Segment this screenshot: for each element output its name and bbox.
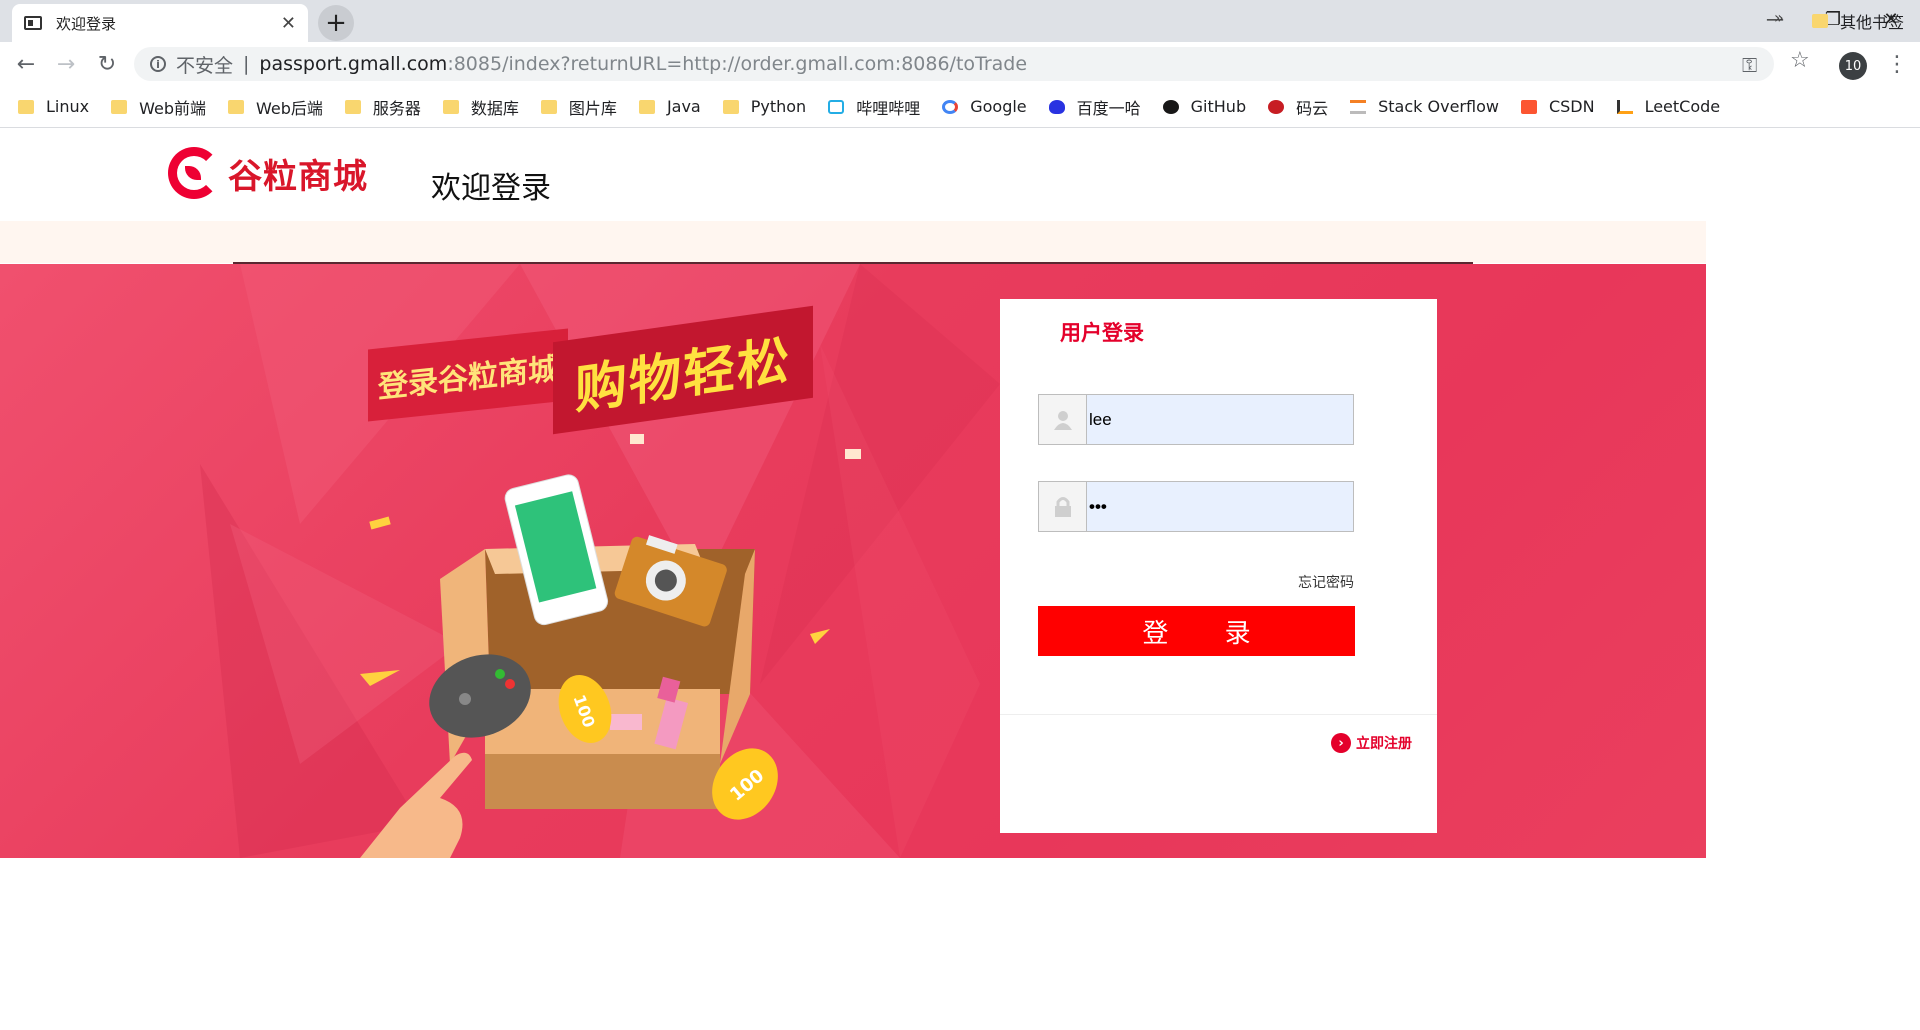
bookmark-item[interactable]: Web后端	[228, 95, 323, 119]
hero-banner: 登录谷粒商城 购物轻松 100 100	[0, 264, 1706, 858]
bookmark-item[interactable]: 码云	[1268, 95, 1328, 119]
menu-icon[interactable]: ⋮	[1886, 48, 1908, 82]
address-bar[interactable]: i 不安全 | passport.gmall.com :8085/index?r…	[134, 47, 1774, 81]
bookmark-item[interactable]: Google	[942, 97, 1027, 116]
site-header: 谷粒商城 欢迎登录	[0, 129, 1706, 221]
bookmark-label: GitHub	[1190, 97, 1247, 116]
tab-title: 欢迎登录	[56, 14, 117, 33]
divider	[1000, 714, 1437, 715]
star-icon[interactable]: ☆	[1790, 48, 1810, 73]
bookmark-label: Java	[666, 97, 701, 116]
bookmark-label: 图片库	[568, 98, 617, 118]
bookmark-item[interactable]: 哔哩哔哩	[828, 95, 920, 119]
bookmark-label: Web前端	[139, 98, 206, 118]
other-bookmarks-label: 其他书签	[1840, 13, 1905, 32]
bookmark-label: Web后端	[256, 98, 323, 118]
pointing-hand-illustration	[360, 752, 472, 858]
tab-active[interactable]: 欢迎登录 ✕	[12, 4, 308, 42]
new-tab-button[interactable]: +	[318, 5, 354, 41]
bookmark-item[interactable]: 服务器	[344, 95, 421, 119]
bookmark-label: 百度一哈	[1076, 98, 1141, 118]
reload-icon[interactable]: ↻	[91, 48, 123, 80]
bookmark-label: CSDN	[1548, 97, 1595, 116]
username-input[interactable]	[1087, 395, 1353, 444]
register-label: 立即注册	[1356, 736, 1412, 752]
logo-text: 谷粒商城	[228, 156, 368, 197]
folder-icon	[18, 99, 34, 114]
login-button[interactable]: 登 录	[1038, 606, 1355, 656]
bookmark-label: LeetCode	[1644, 97, 1721, 116]
bookmark-item[interactable]: Python	[722, 97, 807, 116]
bookmark-label: Stack Overflow	[1378, 97, 1499, 116]
insecure-label: 不安全	[176, 54, 234, 77]
tab-strip: 欢迎登录 ✕ + — ❐ ✕	[0, 0, 1920, 42]
url-separator: |	[243, 53, 250, 75]
github-icon	[1162, 99, 1179, 114]
google-icon	[942, 99, 959, 114]
page-title: 欢迎登录	[431, 171, 551, 206]
info-icon[interactable]: i	[150, 56, 166, 72]
bookmark-item[interactable]: GitHub	[1162, 97, 1247, 116]
url-path: :8085/index?returnURL=http://order.gmall…	[447, 53, 1028, 75]
bookmark-label: 哔哩哔哩	[856, 98, 921, 118]
bilibili-icon	[828, 99, 845, 114]
folder-icon	[344, 99, 361, 114]
bookmark-item[interactable]: Java	[638, 97, 701, 116]
bookmark-item[interactable]: CSDN	[1520, 97, 1595, 116]
key-icon[interactable]: ⚿	[1742, 53, 1757, 77]
login-panel: 用户登录 忘记密码 登 录 › 立即注册	[1000, 299, 1437, 833]
forgot-password-link[interactable]: 忘记密码	[1298, 572, 1354, 592]
other-bookmarks[interactable]: 其他书签	[1812, 0, 1904, 42]
folder-icon	[1812, 14, 1828, 28]
page-favicon-icon	[24, 16, 42, 30]
back-icon[interactable]: ←	[10, 48, 42, 80]
folder-icon	[228, 99, 244, 114]
browser-toolbar: ← → ↻ i 不安全 | passport.gmall.com :8085/i…	[0, 42, 1920, 86]
chevron-right-icon: ›	[1331, 733, 1351, 753]
bookmark-item[interactable]: 图片库	[540, 95, 617, 119]
bookmark-item[interactable]: LeetCode	[1616, 97, 1721, 116]
folder-icon	[442, 99, 459, 114]
bookmark-label: 服务器	[372, 98, 421, 118]
username-field	[1038, 394, 1354, 445]
bookmark-item[interactable]: 数据库	[442, 95, 519, 119]
bookmarks-bar: Linux Web前端 Web后端 服务器 数据库 图片库 Java Python 哔哩哔哩 Go…	[0, 86, 1920, 128]
bookmark-item[interactable]: Web前端	[111, 95, 206, 119]
folder-icon	[722, 99, 739, 114]
header-band	[0, 221, 1706, 263]
csdn-icon	[1520, 99, 1537, 114]
tab-close-icon[interactable]: ✕	[281, 13, 296, 34]
folder-icon	[111, 99, 128, 114]
bookmark-label: Linux	[46, 97, 90, 116]
folder-icon	[638, 99, 655, 114]
login-title: 用户登录	[1060, 321, 1144, 345]
bookmark-item[interactable]: 百度一哈	[1048, 95, 1141, 119]
stackoverflow-icon	[1350, 99, 1367, 114]
bookmark-item[interactable]: Stack Overflow	[1350, 97, 1499, 116]
folder-icon	[540, 99, 557, 114]
bookmark-label: 数据库	[470, 98, 519, 118]
bookmark-item[interactable]: Linux	[18, 97, 89, 116]
bookmark-label: 码云	[1296, 98, 1329, 118]
leetcode-icon	[1616, 99, 1633, 114]
logo-mark-icon	[168, 147, 220, 199]
password-field	[1038, 481, 1354, 532]
baidu-icon	[1048, 99, 1065, 114]
bookmark-label: Python	[750, 97, 807, 116]
bookmark-label: Google	[970, 97, 1027, 116]
lock-icon	[1039, 482, 1087, 531]
gitee-icon	[1268, 99, 1285, 114]
register-link[interactable]: › 立即注册	[1331, 733, 1412, 753]
profile-avatar[interactable]: 10	[1839, 52, 1867, 80]
user-icon	[1039, 395, 1087, 444]
site-logo[interactable]: 谷粒商城	[168, 147, 368, 199]
password-input[interactable]	[1087, 482, 1353, 531]
url-host: passport.gmall.com	[259, 53, 448, 75]
forward-icon[interactable]: →	[50, 48, 82, 80]
bookmarks-more-icon[interactable]: »	[1774, 8, 1784, 27]
